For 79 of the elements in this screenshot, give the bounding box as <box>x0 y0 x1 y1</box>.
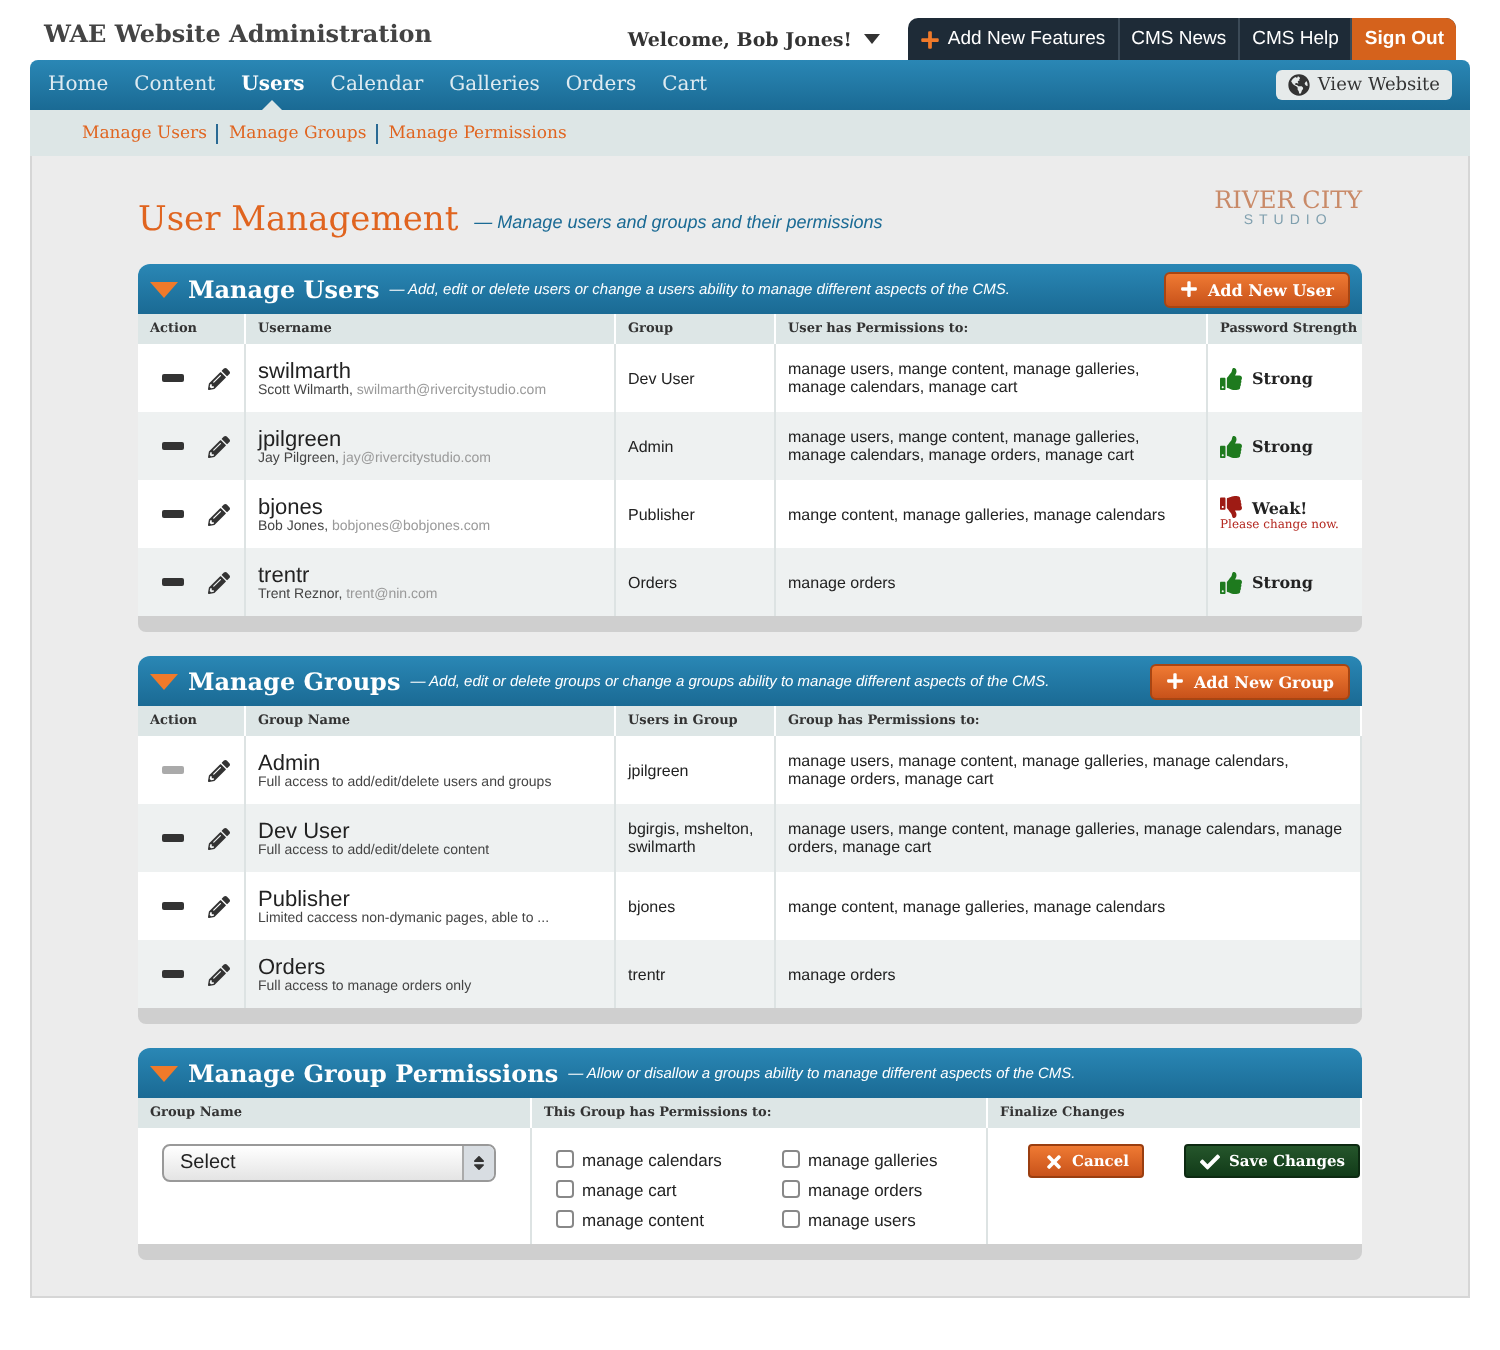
group-name: Orders <box>258 955 328 979</box>
permissions-cell-text: mange content, manage galleries, manage calendars <box>788 505 1168 523</box>
username: bjones <box>258 495 325 519</box>
nav-tab[interactable]: Galleries <box>449 74 540 96</box>
permissions-cell-text: manage orders <box>788 965 898 983</box>
sub-nav-link[interactable]: Manage Users <box>82 123 217 143</box>
page-subtitle: — Manage users and groups and their permissions <box>474 212 883 232</box>
users-cell-text: trentr <box>628 965 668 983</box>
group-name: Publisher <box>258 887 352 911</box>
strength-label: Strong <box>1252 368 1313 388</box>
permission-option[interactable]: manage galleries <box>782 1144 962 1174</box>
caret-icon[interactable] <box>863 34 880 44</box>
permissions-cell-text: manage orders <box>788 573 898 591</box>
permission-option[interactable]: manage cart <box>556 1174 782 1204</box>
permissions-cell-text: manage users, mange content, manage galleries, manage calendars, manage orders, manage cart <box>788 428 1142 464</box>
permissions-cell-text: manage users, mange content, manage galleries, manage calendars, manage cart <box>788 360 1142 396</box>
add-button[interactable]: Add New Group <box>1149 663 1350 699</box>
strength-label: Weak! <box>1252 497 1308 517</box>
pencil-icon[interactable] <box>208 367 230 389</box>
checkbox[interactable] <box>556 1210 574 1228</box>
username: swilmarth <box>258 359 353 383</box>
group-name: Dev User <box>258 819 352 843</box>
pencil-icon[interactable] <box>208 759 230 781</box>
pencil-icon[interactable] <box>208 963 230 985</box>
page-title: User Management <box>138 200 459 240</box>
permissions-cell-text: mange content, manage galleries, manage calendars <box>788 897 1168 915</box>
users-cell-text: bgirgis, mshelton, swilmarth <box>628 820 756 856</box>
permissions-cell-text: manage users, manage content, manage galleries, manage calendars, manage orders, manage cart <box>788 752 1291 788</box>
plus-icon <box>919 29 940 49</box>
nav-tab[interactable]: Orders <box>565 74 637 96</box>
group-cell-text: Dev User <box>628 369 697 387</box>
pencil-icon[interactable] <box>208 827 230 849</box>
group-select[interactable]: Select <box>162 1144 496 1182</box>
pencil-icon[interactable] <box>208 435 230 457</box>
nav-tab[interactable]: Calendar <box>330 74 424 96</box>
plus-icon <box>1165 672 1184 690</box>
permission-option[interactable]: manage content <box>556 1204 782 1234</box>
top-link[interactable]: Sign Out <box>1350 18 1456 60</box>
check-icon <box>1200 1151 1221 1171</box>
group-name: Admin <box>258 751 323 775</box>
pencil-icon[interactable] <box>208 571 230 593</box>
nav-tab[interactable]: Home <box>48 74 109 96</box>
sub-nav-link[interactable]: Manage Groups <box>216 123 377 143</box>
add-button[interactable]: Add New User <box>1163 271 1350 307</box>
sub-nav-link[interactable]: Manage Permissions <box>376 123 577 143</box>
group-cell-text: Admin <box>628 437 676 455</box>
strength-label: Strong <box>1252 572 1313 592</box>
permission-option[interactable]: manage users <box>782 1204 962 1234</box>
checkbox[interactable] <box>782 1150 800 1168</box>
sort-icon <box>470 1154 488 1172</box>
pencil-icon[interactable] <box>208 895 230 917</box>
username: jpilgreen <box>258 427 344 451</box>
users-cell-text: jpilgreen <box>628 761 691 779</box>
pencil-icon[interactable] <box>208 503 230 525</box>
permissions-cell-text: manage users, mange content, manage galleries, manage calendars, manage orders, manage cart <box>788 820 1345 856</box>
username: trentr <box>258 563 312 587</box>
section-title: Manage Users <box>188 275 380 303</box>
permission-option[interactable]: manage orders <box>782 1174 962 1204</box>
users-cell-text: bjones <box>628 897 678 915</box>
globe-icon <box>1287 74 1310 96</box>
group-cell-text: Publisher <box>628 505 697 523</box>
nav-tab[interactable]: Content <box>134 74 216 96</box>
site-title: WAE Website Administration <box>44 20 433 48</box>
logo-name: RIVER CITY <box>1214 186 1362 214</box>
section-title: Manage Group Permissions <box>188 1059 559 1087</box>
checkbox[interactable] <box>556 1150 574 1168</box>
checkbox[interactable] <box>782 1210 800 1228</box>
welcome-menu[interactable]: Welcome, Bob Jones! <box>627 30 852 52</box>
checkbox[interactable] <box>556 1180 574 1198</box>
checkbox[interactable] <box>782 1180 800 1198</box>
strength-label: Strong <box>1252 436 1313 456</box>
section-title: Manage Groups <box>188 667 401 695</box>
view-website-button[interactable]: View Website <box>1275 70 1452 100</box>
plus-icon <box>1179 280 1198 298</box>
permission-option[interactable]: manage calendars <box>556 1144 782 1174</box>
close-icon <box>1044 1151 1064 1171</box>
group-cell-text: Orders <box>628 573 679 591</box>
top-link[interactable]: Add New Features <box>907 18 1118 60</box>
nav-tab[interactable]: Cart <box>662 74 708 96</box>
